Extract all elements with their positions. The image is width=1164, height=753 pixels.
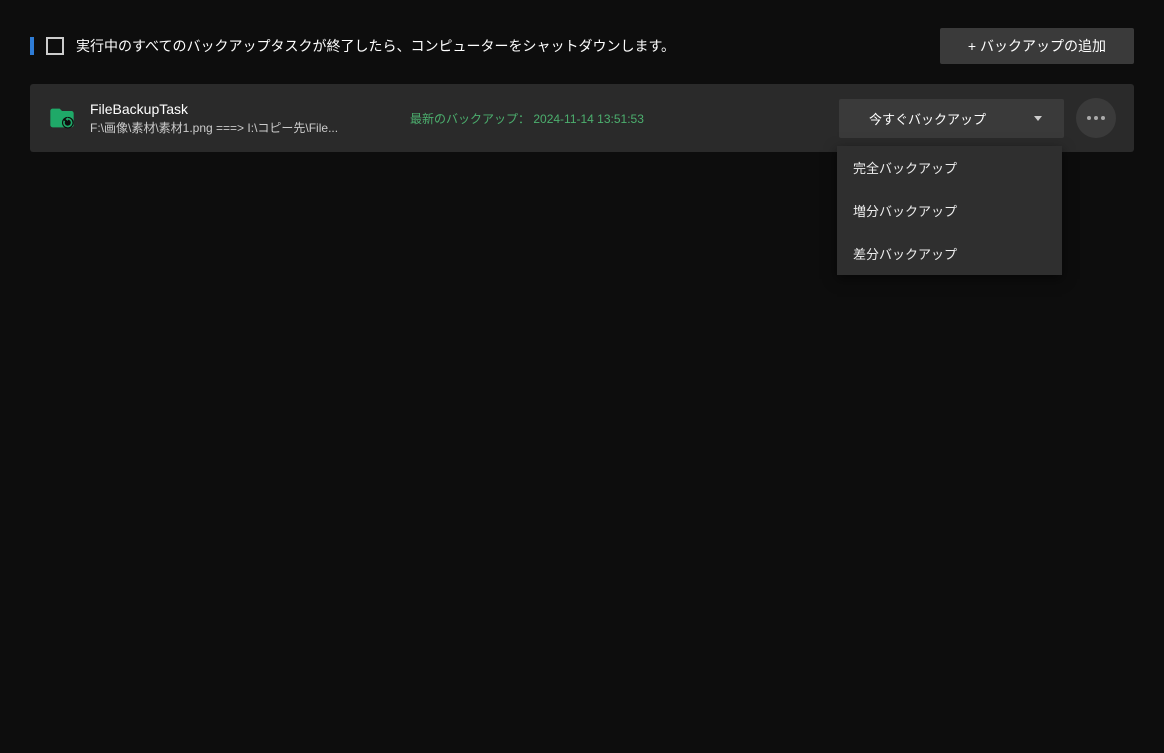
add-backup-label: + バックアップの追加: [968, 38, 1106, 54]
folder-backup-icon: [48, 104, 76, 132]
dropdown-item-label: 増分バックアップ: [853, 204, 957, 219]
dropdown-item-differential-backup[interactable]: 差分バックアップ: [837, 232, 1062, 275]
dropdown-item-full-backup[interactable]: 完全バックアップ: [837, 146, 1062, 189]
more-options-button[interactable]: [1076, 98, 1116, 138]
shutdown-checkbox[interactable]: [46, 37, 64, 55]
task-path: F:\画像\素材\素材1.png ===> I:\コピー先\File...: [90, 119, 390, 136]
last-backup-label: 最新のバックアップ：: [410, 112, 530, 126]
ellipsis-icon: [1087, 116, 1105, 120]
backup-now-button[interactable]: 今すぐバックアップ: [839, 99, 1064, 138]
task-row: FileBackupTask F:\画像\素材\素材1.png ===> I:\…: [30, 84, 1134, 152]
task-last-backup: 最新のバックアップ： 2024-11-14 13:51:53: [410, 110, 644, 127]
shutdown-label: 実行中のすべてのバックアップタスクが終了したら、コンピューターをシャットダウンし…: [76, 36, 675, 56]
backup-now-label: 今すぐバックアップ: [861, 109, 994, 128]
dropdown-item-label: 差分バックアップ: [853, 247, 957, 262]
accent-indicator: [30, 37, 34, 55]
last-backup-time: 2024-11-14 13:51:53: [533, 112, 644, 126]
task-name: FileBackupTask: [90, 101, 390, 117]
add-backup-button[interactable]: + バックアップの追加: [940, 28, 1134, 64]
chevron-down-icon: [1034, 116, 1042, 121]
dropdown-item-incremental-backup[interactable]: 増分バックアップ: [837, 189, 1062, 232]
backup-type-dropdown: 完全バックアップ 増分バックアップ 差分バックアップ: [837, 146, 1062, 275]
dropdown-item-label: 完全バックアップ: [853, 161, 957, 176]
